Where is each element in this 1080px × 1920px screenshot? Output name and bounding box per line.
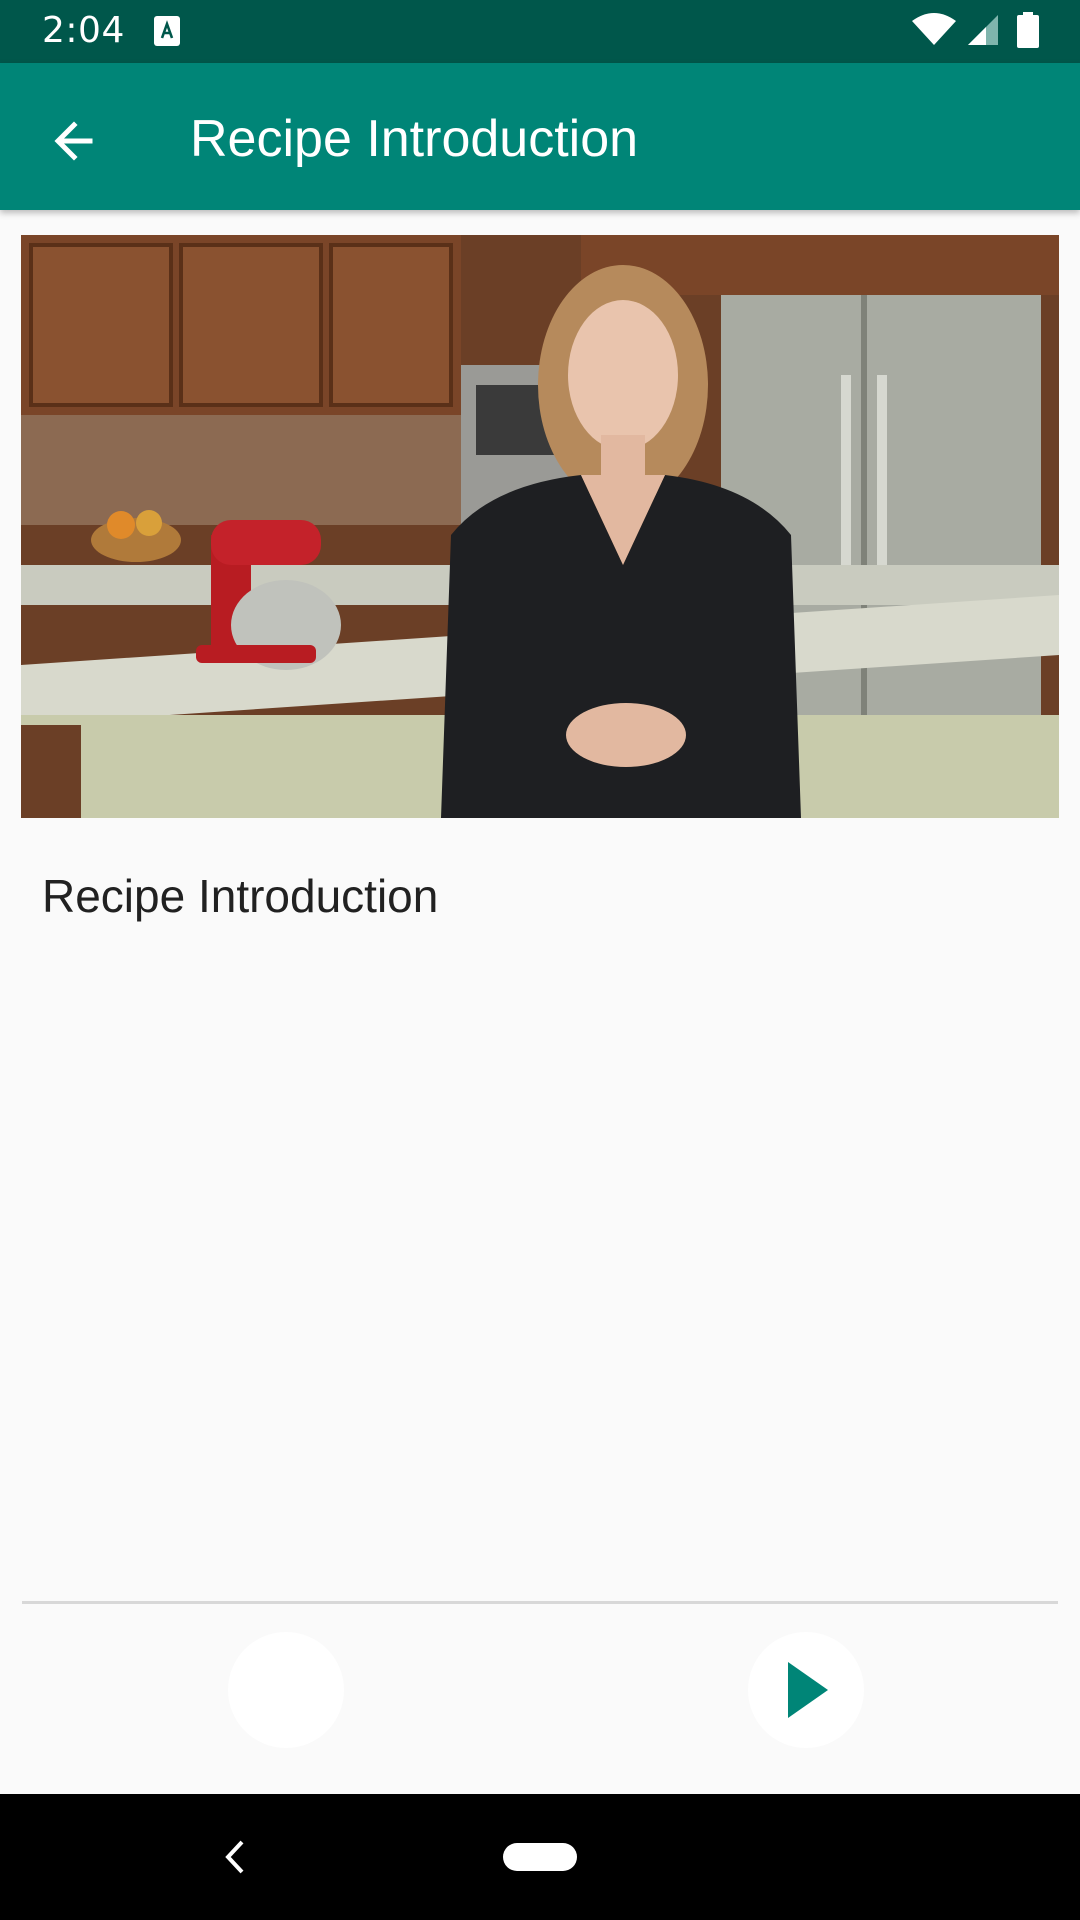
status-icons <box>911 12 1040 52</box>
divider <box>22 1601 1058 1604</box>
status-time: 2:04 <box>42 10 125 51</box>
app-bar: Recipe Introduction <box>0 63 1080 210</box>
back-button[interactable] <box>38 105 110 177</box>
arrow-left-icon <box>54 121 93 161</box>
battery-icon <box>1017 12 1039 48</box>
status-bar: 2:04 <box>0 0 1080 63</box>
page-title: Recipe Introduction <box>190 110 639 168</box>
previous-step-button[interactable] <box>228 1632 344 1748</box>
wifi-icon <box>912 13 957 45</box>
cell-signal-icon <box>967 15 998 45</box>
notification-app-icon <box>154 16 180 46</box>
video-thumbnail <box>21 235 1059 818</box>
play-arrow-icon <box>788 1662 828 1718</box>
chevron-left-icon[interactable] <box>214 1832 254 1882</box>
home-pill-button[interactable] <box>503 1843 577 1871</box>
video-player[interactable] <box>21 235 1059 818</box>
step-title: Recipe Introduction <box>42 870 439 922</box>
next-step-button[interactable] <box>748 1632 864 1748</box>
